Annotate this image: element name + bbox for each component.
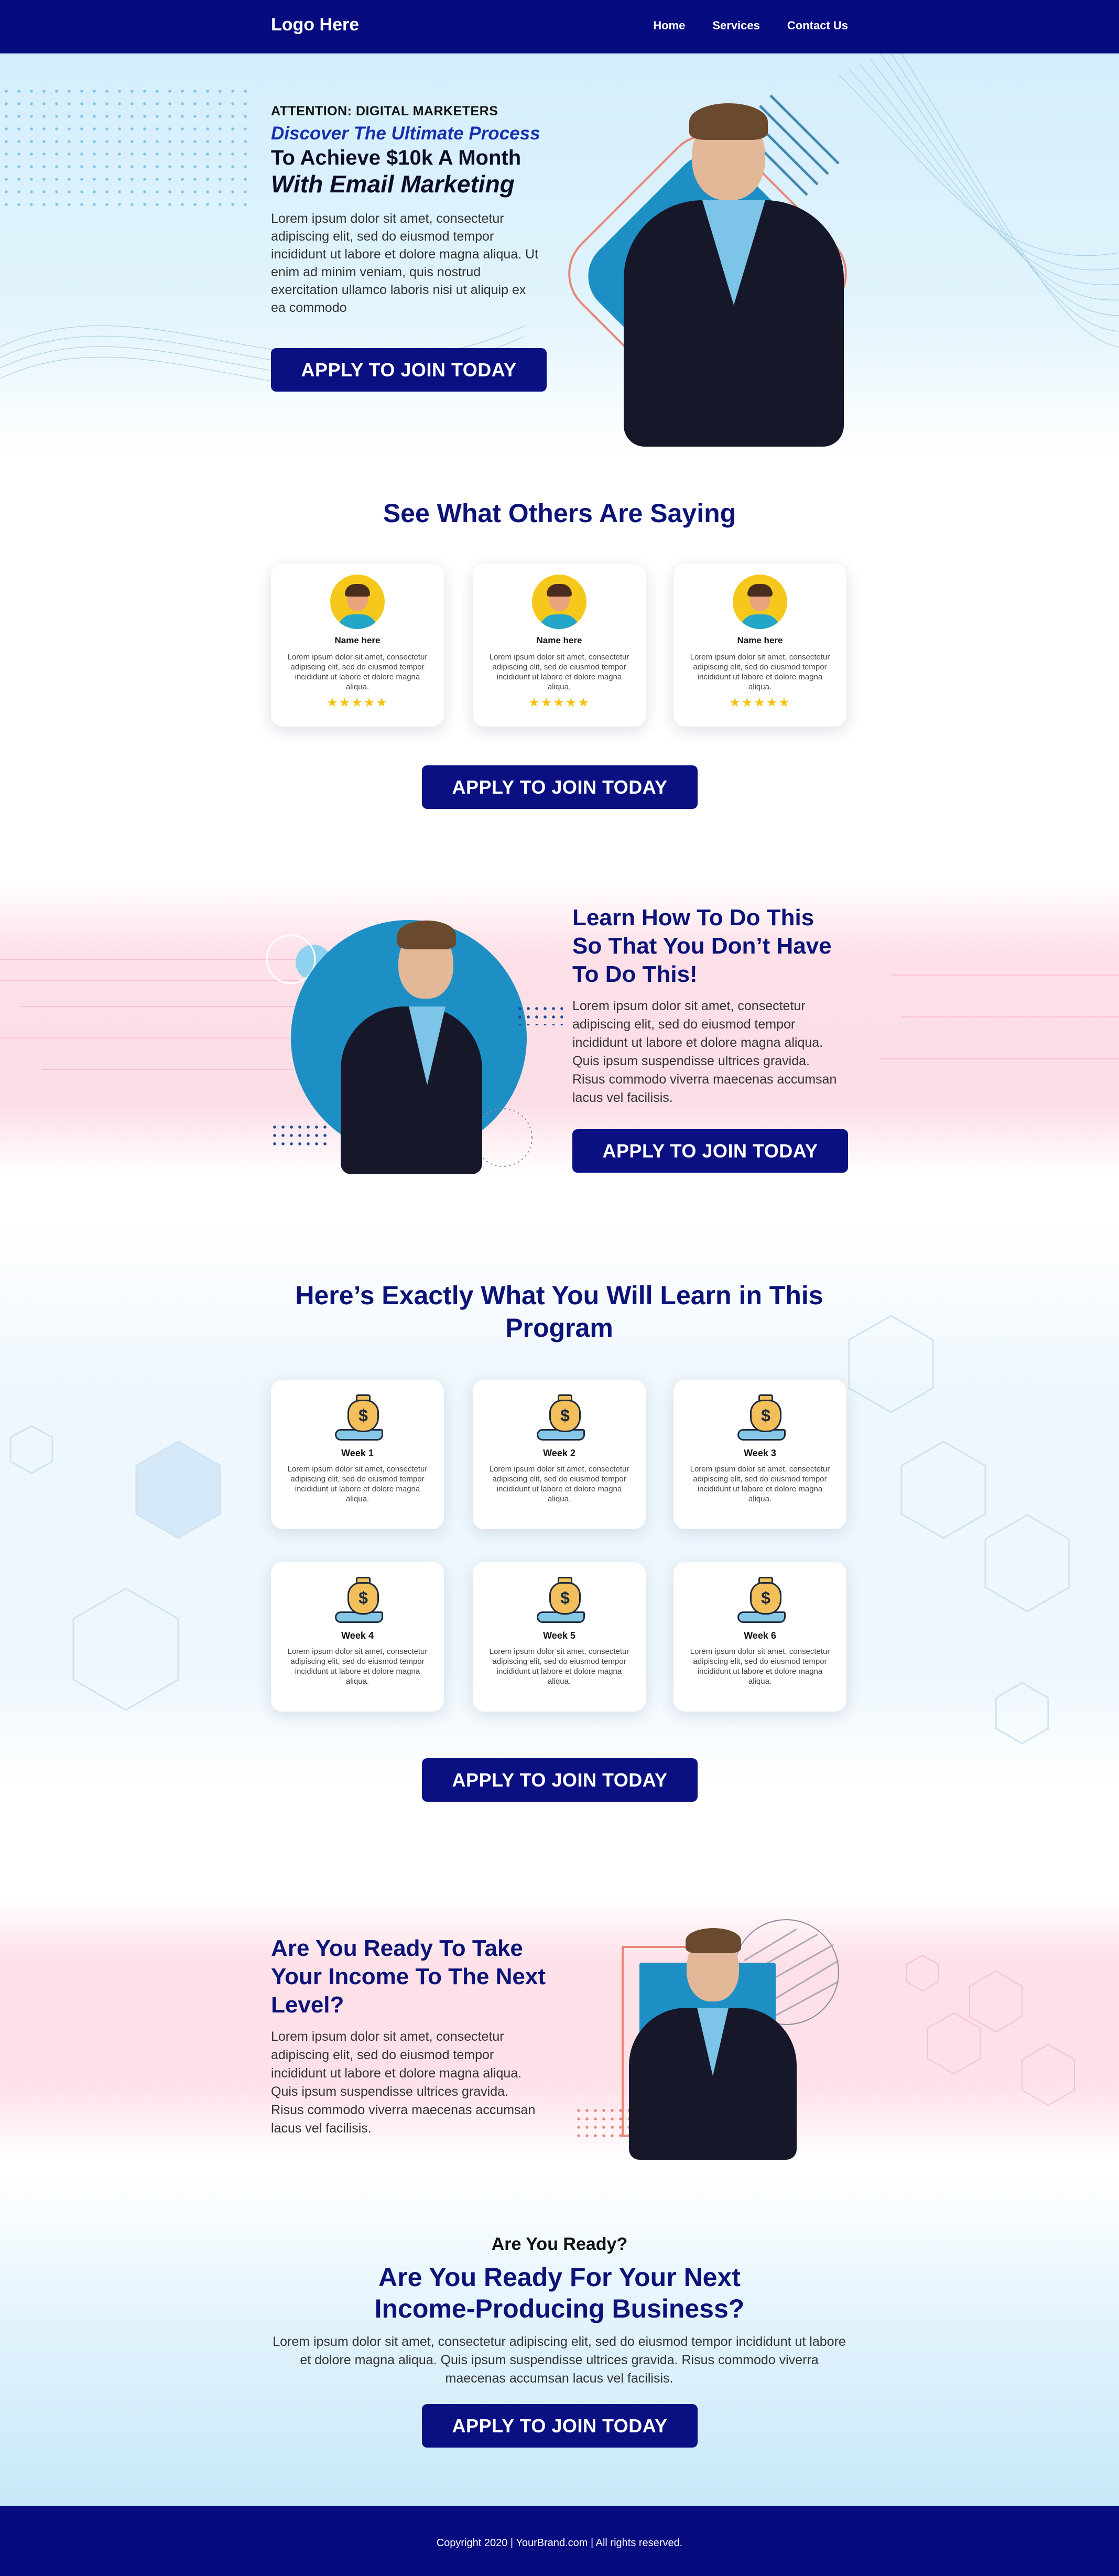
testimonial-name: Name here	[737, 635, 783, 645]
site-footer: Copyright 2020 | YourBrand.com | All rig…	[0, 2506, 1119, 2576]
week-label: Week 2	[543, 1448, 575, 1458]
copyright-text: Copyright 2020 | YourBrand.com | All rig…	[436, 2537, 683, 2549]
hero-discover: Discover The Ultimate Process	[271, 123, 540, 144]
ready-body: Lorem ipsum dolor sit amet, consectetur …	[271, 2029, 536, 2136]
learn-dots-right	[516, 1004, 563, 1025]
testimonials-title: See What Others Are Saying	[383, 499, 736, 528]
learn-title: Learn How To Do This So That You Don’t H…	[572, 905, 832, 987]
learn-man-image	[335, 902, 493, 1174]
ready-title: Are You Ready To Take Your Income To The…	[271, 1935, 546, 2018]
money-bag-icon: $	[530, 1575, 588, 1627]
week-label: Week 5	[543, 1630, 575, 1641]
testimonial-text: Lorem ipsum dolor sit amet, consectetur …	[690, 653, 830, 691]
money-bag-icon: $	[731, 1575, 789, 1627]
hero-man-image	[613, 80, 854, 452]
nav-home-link[interactable]: Home	[653, 19, 685, 33]
week-card: $ Week 2 Lorem ipsum dolor sit amet, con…	[473, 1380, 646, 1529]
week-text: Lorem ipsum dolor sit amet, consectetur …	[690, 1647, 830, 1686]
learn-dots-left	[270, 1123, 328, 1146]
avatar	[733, 575, 787, 629]
rating-stars: ★★★★★	[528, 696, 590, 710]
nav-contact-link[interactable]: Contact Us	[787, 19, 848, 33]
hero-body: Lorem ipsum dolor sit amet, consectetur …	[271, 211, 539, 315]
testimonial-text: Lorem ipsum dolor sit amet, consectetur …	[287, 653, 428, 691]
week-card: $ Week 1 Lorem ipsum dolor sit amet, con…	[271, 1380, 444, 1529]
program-title: Here’s Exactly What You Will Learn in Th…	[295, 1281, 823, 1343]
money-bag-icon: $	[329, 1575, 386, 1627]
week-card: $ Week 6 Lorem ipsum dolor sit amet, con…	[673, 1562, 846, 1712]
testimonial-text: Lorem ipsum dolor sit amet, consectetur …	[489, 653, 629, 691]
testimonial-card: Name here Lorem ipsum dolor sit amet, co…	[473, 564, 646, 727]
hero-attention: ATTENTION: DIGITAL MARKETERS	[271, 104, 498, 118]
avatar	[532, 575, 586, 629]
program-apply-button[interactable]: APPLY TO JOIN TODAY	[422, 1758, 698, 1802]
learn-body: Lorem ipsum dolor sit amet, consectetur …	[572, 999, 837, 1105]
testimonials-apply-button[interactable]: APPLY TO JOIN TODAY	[422, 765, 698, 809]
week-label: Week 6	[744, 1630, 776, 1641]
hero-apply-button[interactable]: APPLY TO JOIN TODAY	[271, 348, 547, 392]
testimonial-card: Name here Lorem ipsum dolor sit amet, co…	[271, 564, 444, 727]
learn-section	[0, 881, 1119, 1174]
testimonial-card: Name here Lorem ipsum dolor sit amet, co…	[673, 564, 846, 727]
testimonial-name: Name here	[536, 635, 582, 645]
nav-services-link[interactable]: Services	[712, 19, 760, 33]
week-text: Lorem ipsum dolor sit amet, consectetur …	[489, 1647, 629, 1686]
hero-headline-italic: With Email Marketing	[271, 170, 515, 198]
avatar	[330, 575, 385, 629]
week-card: $ Week 3 Lorem ipsum dolor sit amet, con…	[673, 1380, 846, 1529]
hero-wave-lines	[0, 53, 1119, 413]
final-apply-button[interactable]: APPLY TO JOIN TODAY	[422, 2404, 698, 2448]
hero-headline: To Achieve $10k A Month	[271, 146, 522, 169]
hero-text: ATTENTION: DIGITAL MARKETERS Discover Th…	[271, 104, 544, 317]
week-text: Lorem ipsum dolor sit amet, consectetur …	[287, 1647, 428, 1686]
final-title-line2: Income-Producing Business?	[374, 2294, 745, 2323]
money-bag-icon: $	[731, 1392, 789, 1445]
week-text: Lorem ipsum dolor sit amet, consectetur …	[287, 1465, 428, 1503]
money-bag-icon: $	[530, 1392, 588, 1445]
main-nav: Home Services Contact Us	[653, 19, 848, 33]
rating-stars: ★★★★★	[327, 696, 388, 710]
week-card: $ Week 4 Lorem ipsum dolor sit amet, con…	[271, 1562, 444, 1712]
learn-tech-lines	[0, 920, 1119, 1167]
week-card: $ Week 5 Lorem ipsum dolor sit amet, con…	[473, 1562, 646, 1712]
ready-man-image	[624, 1919, 802, 2160]
testimonial-name: Name here	[334, 635, 381, 645]
final-body: Lorem ipsum dolor sit amet, consectetur …	[273, 2334, 846, 2386]
logo[interactable]: Logo Here	[271, 15, 359, 35]
week-label: Week 3	[744, 1448, 776, 1458]
hero-section: ATTENTION: DIGITAL MARKETERS Discover Th…	[0, 53, 1119, 452]
week-label: Week 1	[341, 1448, 374, 1458]
site-header: Logo Here Home Services Contact Us	[0, 0, 1119, 53]
money-bag-icon: $	[329, 1392, 386, 1445]
week-label: Week 4	[341, 1630, 374, 1641]
final-pre-title: Are You Ready?	[491, 2234, 628, 2254]
learn-apply-button[interactable]: APPLY TO JOIN TODAY	[572, 1129, 848, 1173]
final-title: Are You Ready For Your Next Income-Produ…	[0, 2261, 1119, 2324]
week-text: Lorem ipsum dolor sit amet, consectetur …	[489, 1465, 629, 1503]
week-text: Lorem ipsum dolor sit amet, consectetur …	[690, 1465, 830, 1503]
final-title-line1: Are You Ready For Your Next	[378, 2263, 741, 2292]
rating-stars: ★★★★★	[729, 696, 791, 710]
